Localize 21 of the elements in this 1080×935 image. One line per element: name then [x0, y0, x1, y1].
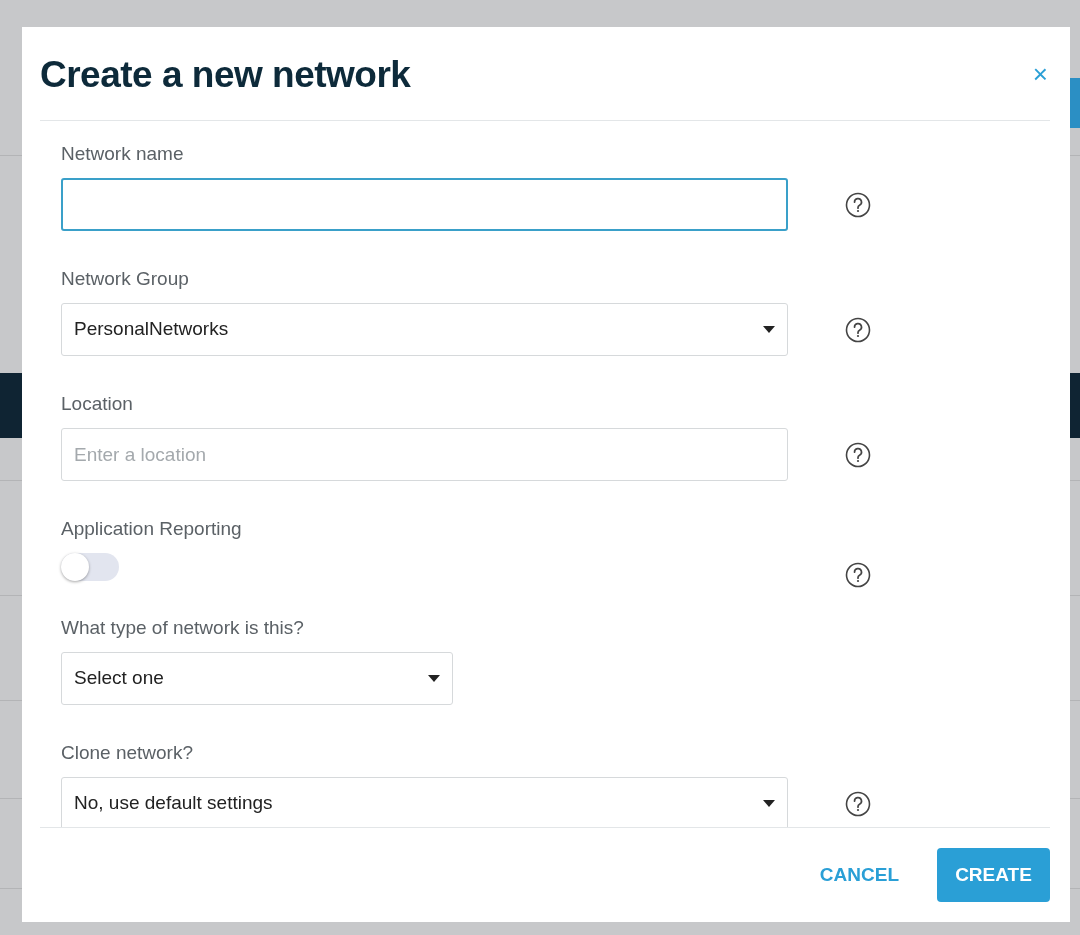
help-icon[interactable]	[845, 562, 871, 588]
field-label: Network name	[61, 143, 185, 165]
select-field[interactable]: PersonalNetworks	[61, 303, 788, 356]
field-label: Clone network?	[61, 742, 195, 764]
background-bar	[0, 373, 22, 438]
caret-icon	[763, 326, 775, 333]
input-field[interactable]	[61, 178, 788, 231]
dialog-title: Create a new network	[40, 53, 411, 97]
select-field[interactable]: Select one	[61, 652, 453, 705]
field-label: Network Group	[61, 268, 190, 290]
caret-icon	[428, 675, 440, 682]
select-field[interactable]: No, use default settings	[61, 777, 788, 827]
background-bar	[1070, 373, 1080, 438]
help-icon[interactable]	[845, 192, 871, 218]
field-label: What type of network is this?	[61, 617, 305, 639]
help-icon[interactable]	[845, 791, 871, 817]
field-label: Application Reporting	[61, 518, 243, 540]
field-label: Location	[61, 393, 134, 415]
toggle-switch[interactable]	[61, 553, 119, 581]
help-icon[interactable]	[845, 442, 871, 468]
help-icon[interactable]	[845, 317, 871, 343]
